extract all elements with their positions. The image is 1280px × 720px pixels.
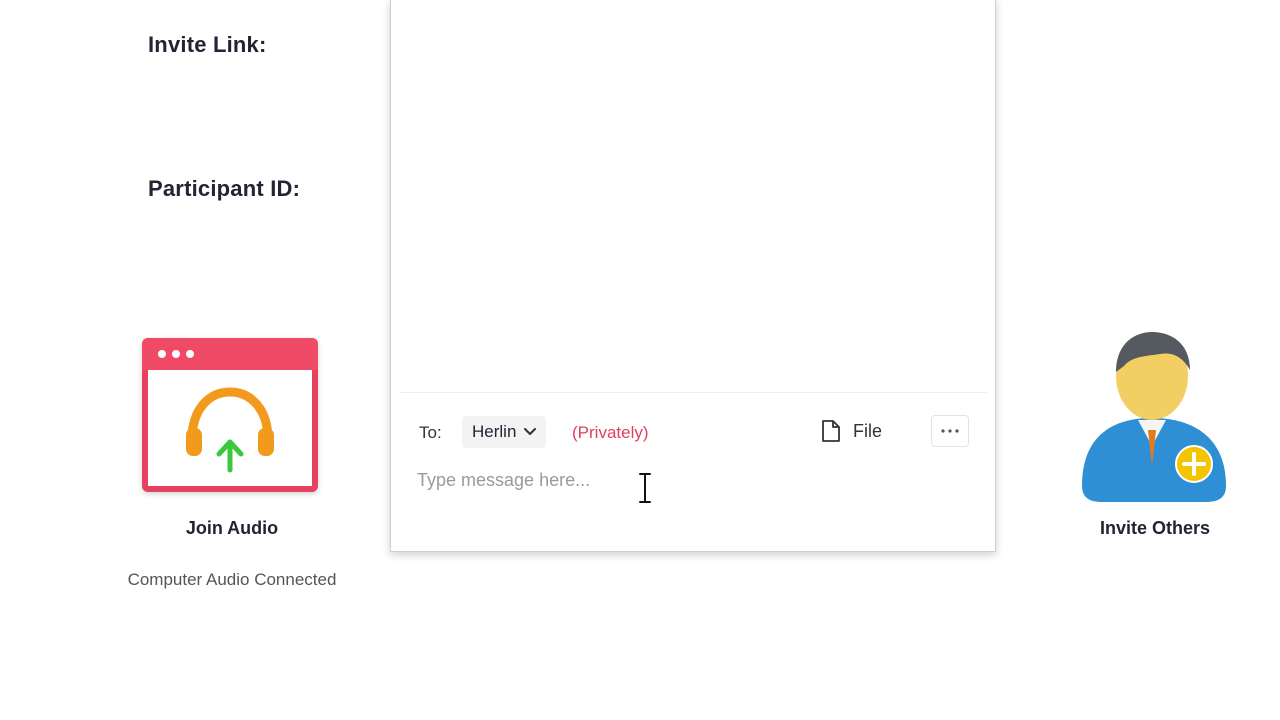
- recipient-dropdown[interactable]: Herlin: [462, 416, 547, 448]
- join-audio-tile: Join Audio Computer Audio Connected: [100, 336, 364, 606]
- text-cursor-icon: [638, 472, 652, 504]
- join-audio-button[interactable]: [142, 338, 318, 492]
- window-dots-icon: [158, 350, 194, 358]
- file-icon: [822, 420, 840, 442]
- file-label: File: [853, 420, 883, 441]
- chat-panel: To: Herlin (Privately) File: [390, 0, 996, 552]
- recipient-name: Herlin: [472, 422, 517, 441]
- file-button[interactable]: File: [821, 419, 882, 443]
- participant-id-label: Participant ID:: [148, 176, 301, 201]
- invite-others-tile[interactable]: Invite Others: [1060, 326, 1250, 556]
- chat-divider: [399, 392, 987, 393]
- audio-status-text: Computer Audio Connected: [127, 570, 337, 589]
- chat-message-area: [391, 0, 995, 391]
- audio-card-body: [148, 370, 312, 486]
- chevron-down-icon: [524, 428, 537, 435]
- to-label: To:: [419, 423, 442, 442]
- headphones-upload-icon: [186, 387, 274, 473]
- privacy-note: (Privately): [572, 423, 649, 442]
- add-user-icon: [1082, 332, 1226, 502]
- ellipsis-icon: [941, 429, 959, 433]
- meeting-window: Invite Link: Participant ID: Join Audio …: [0, 0, 1280, 720]
- message-input[interactable]: [417, 463, 977, 497]
- invite-others-label[interactable]: Invite Others: [1060, 518, 1250, 539]
- join-audio-label[interactable]: Join Audio: [100, 518, 364, 539]
- more-options-button[interactable]: [931, 415, 969, 447]
- invite-link-label: Invite Link:: [148, 32, 267, 57]
- audio-card-header: [142, 338, 318, 370]
